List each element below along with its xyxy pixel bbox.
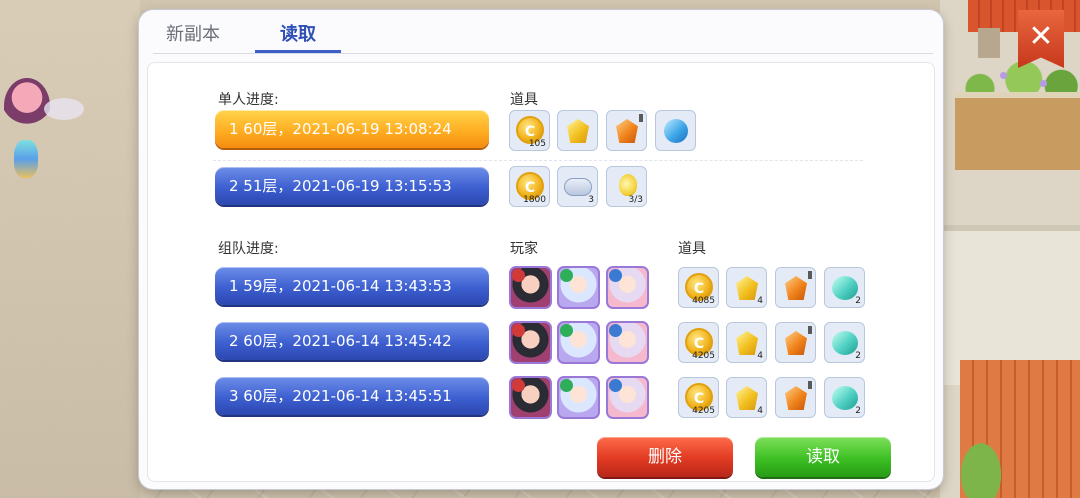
team-record-1[interactable]: 1 59层，2021-06-14 13:43:53 [215,267,489,305]
solo-progress-label: 单人进度: [218,92,279,108]
item-slot[interactable] [775,377,816,418]
item-slot[interactable]: 3 [557,166,598,207]
bound-flag-icon [639,114,643,122]
item-slot[interactable]: 4 [726,322,767,363]
gold-gem-icon [736,331,758,355]
team-record-2[interactable]: 2 60层，2021-06-14 13:45:42 [215,322,489,360]
flower [1000,72,1007,79]
class-badge-icon [560,324,573,337]
orange-gem-icon [785,331,807,355]
item-slot[interactable] [775,267,816,308]
player-avatar[interactable] [606,266,649,309]
player-avatar[interactable] [557,376,600,419]
delete-button[interactable]: 删除 [597,437,733,477]
save-progress-dialog: 新副本 读取 单人进度: 道具 1 60层，2021-06-19 13:08:2… [139,10,1064,489]
planter-box [955,92,1080,170]
team-items-header: 道具 [678,241,706,257]
player-character [4,78,50,134]
item-slot[interactable]: C 1800 [509,166,550,207]
class-badge-icon [609,269,622,282]
row-divider [213,160,863,161]
cyan-crystal-icon [832,386,858,410]
item-slot[interactable]: C 4085 [678,267,719,308]
scene-top-strip [140,0,940,10]
item-quantity: 3/3 [628,195,643,205]
game-scene-left [0,0,140,498]
tab-new-dungeon[interactable]: 新副本 [166,20,220,46]
class-badge-icon [560,269,573,282]
item-slot[interactable]: C 4205 [678,377,719,418]
gold-gem-icon [567,119,589,143]
player-avatar[interactable] [606,321,649,364]
npc-character [14,140,38,178]
item-slot[interactable]: C 4205 [678,322,719,363]
item-quantity: 2 [855,296,861,306]
solo-record-1[interactable]: 1 60层，2021-06-19 13:08:24 [215,110,489,148]
item-quantity: 3 [588,195,594,205]
bound-flag-icon [808,271,812,279]
orange-gem-icon [616,119,638,143]
player-avatar[interactable] [606,376,649,419]
class-badge-icon [609,324,622,337]
item-quantity: 4 [757,296,763,306]
load-button[interactable]: 读取 [755,437,891,477]
item-slot[interactable]: C 105 [509,110,550,151]
bound-flag-icon [808,326,812,334]
tab-load[interactable]: 读取 [280,20,316,46]
scroll-icon [564,178,592,196]
item-slot[interactable]: 2 [824,377,865,418]
orange-gem-icon [785,276,807,300]
foliage [946,420,1016,498]
cyan-crystal-icon [832,276,858,300]
item-slot[interactable] [557,110,598,151]
team-record-3[interactable]: 3 60层，2021-06-14 13:45:51 [215,377,489,415]
cyan-crystal-icon [832,331,858,355]
player-avatar[interactable] [509,321,552,364]
tab-divider [153,53,933,54]
item-slot[interactable] [655,110,696,151]
item-quantity: 2 [855,406,861,416]
player-avatar[interactable] [557,266,600,309]
item-slot[interactable] [775,322,816,363]
class-badge-icon [512,269,525,282]
player-avatar[interactable] [509,376,552,419]
item-quantity: 4205 [692,351,715,361]
solo-record-2[interactable]: 2 51层，2021-06-19 13:15:53 [215,167,489,205]
item-slot[interactable]: 3/3 [606,166,647,207]
item-quantity: 1800 [523,195,546,205]
item-slot[interactable]: 2 [824,322,865,363]
class-badge-icon [512,324,525,337]
pillar [978,28,1000,58]
item-quantity: 2 [855,351,861,361]
bound-flag-icon [808,381,812,389]
item-slot[interactable]: 2 [824,267,865,308]
blue-crystal-icon [664,119,688,143]
class-badge-icon [560,379,573,392]
class-badge-icon [609,379,622,392]
solo-items-header: 道具 [510,92,538,108]
orange-gem-icon [785,386,807,410]
item-slot[interactable]: 4 [726,377,767,418]
tab-bar: 新副本 读取 [139,10,943,54]
team-progress-label: 组队进度: [218,241,279,257]
player-avatar[interactable] [509,266,552,309]
gold-gem-icon [736,386,758,410]
item-slot[interactable]: 4 [726,267,767,308]
item-quantity: 105 [528,139,546,149]
item-quantity: 4 [757,351,763,361]
class-badge-icon [512,379,525,392]
team-players-header: 玩家 [510,241,538,257]
gold-gem-icon [736,276,758,300]
item-quantity: 4205 [692,406,715,416]
item-quantity: 4085 [692,296,715,306]
potion-icon [619,174,637,196]
progress-panel: 单人进度: 道具 1 60层，2021-06-19 13:08:24 C 105 … [147,62,935,482]
character-wing [44,98,84,120]
item-slot[interactable] [606,110,647,151]
item-quantity: 4 [757,406,763,416]
flower [1040,80,1047,87]
player-avatar[interactable] [557,321,600,364]
